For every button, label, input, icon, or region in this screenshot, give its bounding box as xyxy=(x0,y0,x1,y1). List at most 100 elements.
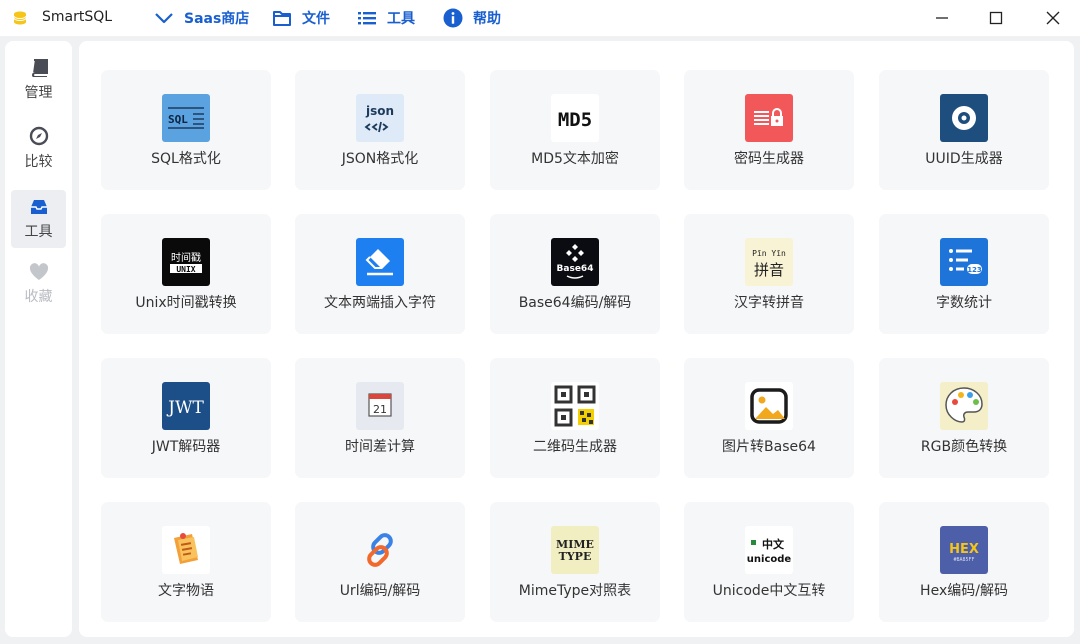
tool-card-base64[interactable]: Base64 Base64编码/解码 xyxy=(490,214,660,334)
tool-label: 密码生成器 xyxy=(734,151,804,167)
eraser-icon xyxy=(356,238,404,286)
svg-text:拼音: 拼音 xyxy=(754,261,784,279)
tool-label: JSON格式化 xyxy=(341,151,419,167)
tool-label: 图片转Base64 xyxy=(722,439,816,455)
tool-label: SQL格式化 xyxy=(151,151,221,167)
svg-text:123: 123 xyxy=(967,266,982,274)
tool-card-unicode[interactable]: 中文 unicode Unicode中文互转 xyxy=(684,502,854,622)
tool-label: Base64编码/解码 xyxy=(518,295,632,311)
list-icon xyxy=(358,12,376,25)
tool-card-pinyin[interactable]: Pīn Yīn 拼音 汉字转拼音 xyxy=(684,214,854,334)
menu-label: 工具 xyxy=(387,11,415,27)
tool-card-json-format[interactable]: json JSON格式化 xyxy=(295,70,465,190)
svg-text:时间戳: 时间戳 xyxy=(171,251,201,264)
tool-label: Hex编码/解码 xyxy=(920,583,1008,599)
svg-text:unicode: unicode xyxy=(747,554,792,565)
sidebar-item-label: 比较 xyxy=(24,153,53,170)
word-count-icon: 123 xyxy=(940,238,988,286)
menu-label: 帮助 xyxy=(473,11,501,27)
sidebar-item-label: 工具 xyxy=(24,223,53,240)
menu-saas-store[interactable]: Saas商店 xyxy=(154,7,249,29)
svg-text:#BA85FF: #BA85FF xyxy=(953,557,974,563)
mime-type-icon: MIME TYPE xyxy=(551,526,599,574)
tool-label: 文本两端插入字符 xyxy=(324,295,436,311)
maximize-button[interactable] xyxy=(984,6,1008,30)
tool-label: MimeType对照表 xyxy=(518,583,632,599)
qrcode-icon xyxy=(551,382,599,430)
minimize-icon xyxy=(936,17,948,19)
svg-text:21: 21 xyxy=(373,403,387,416)
json-format-icon: json xyxy=(356,94,404,142)
unicode-icon: 中文 unicode xyxy=(745,526,793,574)
sidebar-item-manage[interactable]: 管理 xyxy=(11,51,66,109)
tool-card-uuid-generator[interactable]: UUID生成器 xyxy=(879,70,1049,190)
sidebar-item-favorites[interactable]: 收藏 xyxy=(11,255,66,313)
menu-file[interactable]: 文件 xyxy=(272,7,330,29)
menu-label: Saas商店 xyxy=(184,11,250,27)
chevron-down-icon xyxy=(155,13,173,24)
tool-label: 汉字转拼音 xyxy=(734,295,804,311)
minimize-button[interactable] xyxy=(930,6,954,30)
tool-card-url-encode[interactable]: Url编码/解码 xyxy=(295,502,465,622)
sidebar-item-label: 收藏 xyxy=(24,288,53,305)
tool-card-hex[interactable]: HEX #BA85FF Hex编码/解码 xyxy=(879,502,1049,622)
svg-text:UNIX: UNIX xyxy=(176,265,195,274)
menu-label: 文件 xyxy=(302,11,330,27)
folder-icon xyxy=(273,11,291,26)
tool-label: 文字物语 xyxy=(158,583,214,599)
tool-card-rgb-convert[interactable]: RGB颜色转换 xyxy=(879,358,1049,478)
info-icon xyxy=(443,8,463,28)
svg-text:json: json xyxy=(365,104,394,118)
menu-tools[interactable]: 工具 xyxy=(357,7,415,29)
svg-text:中文: 中文 xyxy=(762,537,785,551)
app-logo-icon xyxy=(13,11,27,25)
inbox-icon xyxy=(30,199,47,214)
tool-card-sql-format[interactable]: SQL SQL格式化 xyxy=(101,70,271,190)
tool-label: 二维码生成器 xyxy=(533,439,617,455)
svg-text:Base64: Base64 xyxy=(557,264,594,274)
tool-label: Unicode中文互转 xyxy=(712,583,826,599)
menu-help[interactable]: 帮助 xyxy=(443,7,501,29)
tool-label: JWT解码器 xyxy=(151,439,221,455)
sidebar-item-tools[interactable]: 工具 xyxy=(11,190,66,248)
image-icon xyxy=(745,382,793,430)
svg-text:MD5: MD5 xyxy=(558,109,592,131)
svg-text:JWT: JWT xyxy=(166,398,204,418)
tool-label: 字数统计 xyxy=(936,295,992,311)
tool-card-time-diff[interactable]: 21 时间差计算 xyxy=(295,358,465,478)
close-icon xyxy=(1046,11,1060,25)
clipboard-note-icon xyxy=(162,526,210,574)
close-button[interactable] xyxy=(1041,6,1065,30)
tool-card-password-generator[interactable]: 密码生成器 xyxy=(684,70,854,190)
tool-card-unix-timestamp[interactable]: 时间戳 UNIX Unix时间戳转换 xyxy=(101,214,271,334)
md5-icon: MD5 xyxy=(551,94,599,142)
palette-icon xyxy=(940,382,988,430)
calendar-icon: 21 xyxy=(356,382,404,430)
tool-card-jwt-decoder[interactable]: JWT JWT解码器 xyxy=(101,358,271,478)
tool-card-md5[interactable]: MD5 MD5文本加密 xyxy=(490,70,660,190)
hex-icon: HEX #BA85FF xyxy=(940,526,988,574)
base64-icon: Base64 xyxy=(551,238,599,286)
tool-card-mimetype[interactable]: MIME TYPE MimeType对照表 xyxy=(490,502,660,622)
maximize-icon xyxy=(989,11,1003,25)
unix-timestamp-icon: 时间戳 UNIX xyxy=(162,238,210,286)
svg-text:TYPE: TYPE xyxy=(559,550,592,563)
svg-text:HEX: HEX xyxy=(949,542,979,557)
sidebar-item-compare[interactable]: 比较 xyxy=(11,119,66,177)
heart-icon xyxy=(29,262,48,280)
tool-card-qrcode[interactable]: 二维码生成器 xyxy=(490,358,660,478)
pinyin-icon: Pīn Yīn 拼音 xyxy=(745,238,793,286)
tool-card-image-base64[interactable]: 图片转Base64 xyxy=(684,358,854,478)
tool-label: Unix时间戳转换 xyxy=(135,295,237,311)
tool-card-text-story[interactable]: 文字物语 xyxy=(101,502,271,622)
title-bar: SmartSQL Saas商店 文件 工具 帮助 xyxy=(0,0,1080,36)
uuid-generator-icon xyxy=(940,94,988,142)
tool-card-word-count[interactable]: 123 字数统计 xyxy=(879,214,1049,334)
tool-card-insert-chars[interactable]: 文本两端插入字符 xyxy=(295,214,465,334)
tool-label: MD5文本加密 xyxy=(531,151,619,167)
tool-label: RGB颜色转换 xyxy=(920,439,1008,455)
app-title: SmartSQL xyxy=(42,9,113,25)
sidebar-item-label: 管理 xyxy=(24,84,53,101)
tool-label: 时间差计算 xyxy=(345,439,415,455)
sql-format-icon: SQL xyxy=(162,94,210,142)
